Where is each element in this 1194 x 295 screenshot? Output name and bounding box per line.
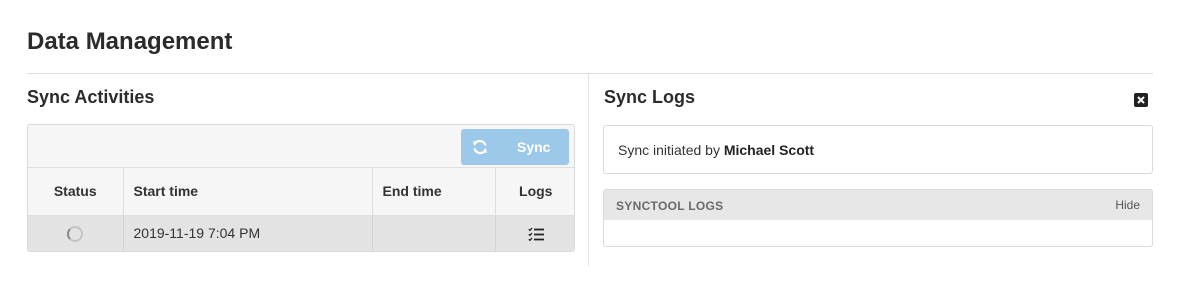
column-header-status[interactable]: Status — [28, 168, 124, 216]
logs-cell — [495, 215, 574, 251]
page-title: Data Management — [27, 28, 233, 55]
sync-activities-title: Sync Activities — [27, 87, 155, 107]
start-time-cell: 2019-11-19 7:04 PM — [123, 215, 373, 251]
end-time-cell — [372, 215, 496, 251]
sync-initiated-text: Sync initiated by Michael Scott — [618, 142, 814, 158]
sync-activities-panel: Sync Status Start time End time Logs 201… — [27, 124, 575, 252]
close-x-glyph — [1137, 96, 1145, 104]
sync-button[interactable]: Sync — [461, 129, 569, 165]
table-row[interactable]: 2019-11-19 7:04 PM — [28, 215, 574, 251]
activities-toolbar: Sync — [28, 125, 574, 168]
column-header-logs[interactable]: Logs — [495, 168, 574, 216]
column-header-start-time[interactable]: Start time — [123, 168, 373, 216]
synctool-logs-title: SYNCTOOL LOGS — [616, 199, 724, 213]
sync-initiated-box: Sync initiated by Michael Scott — [603, 125, 1153, 174]
synctool-logs-panel: SYNCTOOL LOGS Hide — [603, 189, 1153, 247]
checklist-icon[interactable] — [528, 227, 544, 242]
close-icon[interactable] — [1134, 93, 1148, 107]
synctool-logs-header: SYNCTOOL LOGS Hide — [604, 190, 1152, 220]
header-divider — [27, 73, 1153, 74]
sync-initiated-prefix: Sync initiated by — [618, 142, 720, 158]
column-header-end-time[interactable]: End time — [372, 168, 496, 216]
refresh-icon — [473, 139, 487, 155]
sync-activities-table: Status Start time End time Logs 2019-11-… — [28, 168, 574, 251]
sync-initiated-user: Michael Scott — [723, 142, 815, 158]
column-divider — [588, 74, 589, 266]
loading-spinner-icon — [67, 225, 84, 242]
table-header-row: Status Start time End time Logs — [28, 168, 574, 216]
sync-button-label: Sync — [517, 139, 551, 155]
sync-logs-title: Sync Logs — [604, 87, 696, 107]
status-cell — [28, 215, 124, 251]
hide-logs-link[interactable]: Hide — [1115, 198, 1140, 212]
